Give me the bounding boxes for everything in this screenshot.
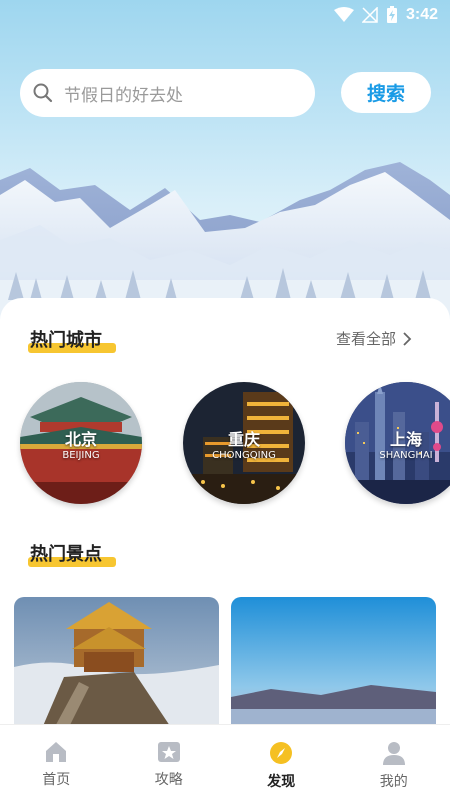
clock: 3:42: [405, 6, 438, 23]
tab-home[interactable]: 首页: [0, 725, 113, 800]
spot-card-2[interactable]: [231, 597, 436, 738]
city-card-beijing[interactable]: 北京 BEIJING: [20, 382, 142, 504]
tab-label: 我的: [379, 774, 408, 790]
search-button[interactable]: 搜索: [341, 72, 431, 113]
status-bar: 3:42: [0, 0, 450, 30]
city-name: 上海: [389, 430, 422, 449]
tab-guide[interactable]: 攻略: [113, 725, 226, 800]
city-name: 重庆: [227, 430, 260, 449]
temple-mountain-image: [14, 597, 219, 738]
compass-icon: [270, 742, 293, 764]
hero-banner: [0, 0, 450, 340]
home-icon: [46, 742, 67, 762]
wifi-icon: [333, 7, 354, 22]
hot-cities-title: 热门城市: [28, 326, 116, 353]
city-card-shanghai[interactable]: 上海 SHANGHAI: [345, 382, 450, 504]
star-card-icon: [157, 742, 180, 762]
hot-spots-title: 热门景点: [28, 540, 116, 567]
city-name: 北京: [64, 430, 97, 449]
user-icon: [382, 742, 405, 765]
spot-card-1[interactable]: [14, 597, 219, 738]
city-name-en: BEIJING: [62, 450, 100, 461]
tab-label: 攻略: [154, 772, 183, 788]
city-name-en: SHANGHAI: [379, 450, 433, 461]
lake-sunset-image: [231, 597, 436, 738]
content-sheet: 热门城市 查看全部 北京 BEIJING 重庆 CHONGQING 上海 SHA…: [0, 298, 450, 738]
tab-mine[interactable]: 我的: [338, 725, 450, 800]
bottom-tab-bar: 首页 攻略 发现 我的: [0, 724, 450, 800]
hot-spots-title-text: 热门景点: [30, 544, 102, 565]
chevron-right-icon: [403, 331, 412, 346]
tab-discover[interactable]: 发现: [225, 725, 338, 800]
see-all-link[interactable]: 查看全部: [336, 328, 412, 349]
search-icon: [33, 83, 53, 103]
no-signal-icon: [361, 7, 378, 23]
search-placeholder: 节假日的好去处: [64, 85, 183, 106]
tab-label: 发现: [267, 774, 296, 790]
search-input[interactable]: 节假日的好去处: [20, 69, 315, 117]
tab-label: 首页: [42, 772, 71, 788]
battery-charging-icon: [386, 6, 397, 23]
city-card-chongqing[interactable]: 重庆 CHONGQING: [183, 382, 305, 504]
hot-cities-title-text: 热门城市: [30, 330, 102, 351]
city-name-en: CHONGQING: [212, 450, 276, 461]
see-all-label: 查看全部: [335, 330, 396, 348]
